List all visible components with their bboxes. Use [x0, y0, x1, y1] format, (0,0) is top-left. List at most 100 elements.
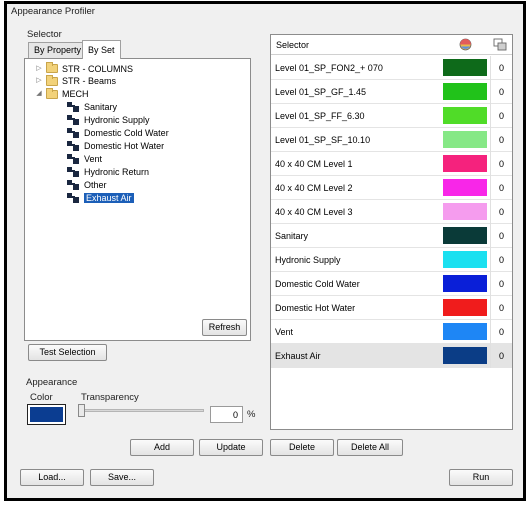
appearance-group-label: Appearance: [26, 377, 78, 388]
grid-cell-name: Hydronic Supply: [275, 255, 341, 265]
transparency-slider-track[interactable]: [80, 409, 204, 412]
grid-cell-transparency[interactable]: 0: [490, 320, 512, 344]
tree-item-label: Hydronic Return: [84, 166, 150, 177]
color-label: Color: [30, 392, 53, 403]
selection-set-icon: [67, 114, 80, 126]
save-button[interactable]: Save...: [90, 469, 154, 486]
percent-label: %: [247, 409, 256, 420]
grid-cell-transparency[interactable]: 0: [490, 152, 512, 176]
grid-cell-name: Vent: [275, 327, 294, 337]
grid-cell-name: Exhaust Air: [275, 351, 321, 361]
transparency-input[interactable]: [210, 406, 243, 423]
test-selection-button[interactable]: Test Selection: [28, 344, 107, 361]
grid-cell-name: 40 x 40 CM Level 1: [275, 159, 353, 169]
grid-cell-transparency[interactable]: 0: [490, 344, 512, 368]
transparency-column-icon[interactable]: [493, 38, 507, 51]
grid-cell-color-swatch[interactable]: [443, 347, 487, 364]
grid-cell-name: 40 x 40 CM Level 2: [275, 183, 353, 193]
tree-item-label: Hydronic Supply: [84, 115, 150, 126]
update-button[interactable]: Update: [199, 439, 263, 456]
grid-cell-transparency[interactable]: 0: [490, 248, 512, 272]
grid-cell-transparency[interactable]: 0: [490, 104, 512, 128]
grid-cell-name: Domestic Hot Water: [275, 303, 356, 313]
grid-cell-transparency[interactable]: 0: [490, 128, 512, 152]
tree-item-label: Exhaust Air: [84, 192, 134, 203]
tree-item-label: Domestic Hot Water: [84, 140, 165, 151]
grid-cell-color-swatch[interactable]: [443, 275, 487, 292]
grid-cell-color-swatch[interactable]: [443, 299, 487, 316]
grid-cell-color-swatch[interactable]: [443, 131, 487, 148]
transparency-slider-handle[interactable]: [78, 404, 85, 417]
tree-set-item[interactable]: Sanitary: [67, 101, 117, 114]
grid-row[interactable]: Level 01_SP_FF_6.30 0: [271, 104, 512, 128]
tree-set-item[interactable]: Exhaust Air: [67, 191, 134, 204]
grid-cell-transparency[interactable]: 0: [490, 176, 512, 200]
grid-cell-color-swatch[interactable]: [443, 227, 487, 244]
delete-all-button[interactable]: Delete All: [337, 439, 403, 456]
tree-set-item[interactable]: Hydronic Supply: [67, 114, 150, 127]
grid-cell-color-swatch[interactable]: [443, 83, 487, 100]
run-button[interactable]: Run: [449, 469, 513, 486]
grid-cell-transparency[interactable]: 0: [490, 296, 512, 320]
grid-row[interactable]: Exhaust Air 0: [271, 344, 512, 368]
tree-set-item[interactable]: Hydronic Return: [67, 165, 149, 178]
grid-row[interactable]: Vent 0: [271, 320, 512, 344]
grid-row[interactable]: 40 x 40 CM Level 3 0: [271, 200, 512, 224]
refresh-button[interactable]: Refresh: [202, 319, 247, 336]
folder-icon: [46, 62, 58, 73]
tab-by-set[interactable]: By Set: [82, 40, 121, 59]
grid-row[interactable]: Domestic Cold Water 0: [271, 272, 512, 296]
grid-cell-color-swatch[interactable]: [443, 323, 487, 340]
tree-set-item[interactable]: Domestic Hot Water: [67, 139, 164, 152]
grid-row[interactable]: 40 x 40 CM Level 1 0: [271, 152, 512, 176]
selection-set-icon: [67, 153, 80, 165]
selector-group-label: Selector: [27, 29, 62, 40]
tree-set-item[interactable]: Other: [67, 178, 107, 191]
color-column-icon[interactable]: [459, 38, 472, 51]
grid-cell-name: Sanitary: [275, 231, 309, 241]
tree-set-item[interactable]: Domestic Cold Water: [67, 127, 169, 140]
grid-row[interactable]: Hydronic Supply 0: [271, 248, 512, 272]
grid-cell-transparency[interactable]: 0: [490, 80, 512, 104]
grid-cell-name: Level 01_SP_FF_6.30: [275, 111, 365, 121]
tree-item-label: Domestic Cold Water: [84, 128, 169, 138]
grid-row[interactable]: Sanitary 0: [271, 224, 512, 248]
grid-cell-transparency[interactable]: 0: [490, 224, 512, 248]
expand-arrow-icon[interactable]: ▷: [35, 76, 43, 86]
grid-cell-name: Domestic Cold Water: [275, 279, 360, 289]
grid-row[interactable]: Domestic Hot Water 0: [271, 296, 512, 320]
selection-tree[interactable]: ▷ STR - COLUMNS ▷ STR - Beams ◢ MECH Sanitary H…: [24, 58, 251, 341]
grid-cell-color-swatch[interactable]: [443, 107, 487, 124]
grid-cell-color-swatch[interactable]: [443, 155, 487, 172]
grid-row[interactable]: 40 x 40 CM Level 2 0: [271, 176, 512, 200]
tree-folder[interactable]: ▷ STR - COLUMNS: [35, 62, 133, 75]
grid-cell-transparency[interactable]: 0: [490, 56, 512, 80]
grid-cell-color-swatch[interactable]: [443, 59, 487, 76]
grid-cell-color-swatch[interactable]: [443, 251, 487, 268]
collapse-arrow-icon[interactable]: ◢: [35, 89, 43, 99]
selection-set-icon: [67, 127, 80, 139]
grid-cell-name: Level 01_SP_GF_1.45: [275, 87, 367, 97]
tree-folder[interactable]: ▷ STR - Beams: [35, 74, 116, 88]
grid-cell-color-swatch[interactable]: [443, 203, 487, 220]
grid-cell-transparency[interactable]: 0: [490, 272, 512, 296]
expand-arrow-icon[interactable]: ▷: [35, 64, 43, 74]
tree-item-label: Sanitary: [84, 102, 118, 113]
color-picker-swatch[interactable]: [27, 404, 66, 425]
tab-by-property[interactable]: By Property: [28, 42, 88, 58]
grid-cell-name: Level 01_SP_FON2_+ 070: [275, 63, 383, 73]
grid-row[interactable]: Level 01_SP_SF_10.10 0: [271, 128, 512, 152]
grid-cell-color-swatch[interactable]: [443, 179, 487, 196]
tree-folder[interactable]: ◢ MECH: [35, 87, 89, 101]
tree-set-item[interactable]: Vent: [67, 152, 102, 165]
grid-row[interactable]: Level 01_SP_GF_1.45 0: [271, 80, 512, 104]
grid-row[interactable]: Level 01_SP_FON2_+ 070 0: [271, 56, 512, 80]
grid-cell-transparency[interactable]: 0: [490, 200, 512, 224]
delete-button[interactable]: Delete: [270, 439, 334, 456]
transparency-label: Transparency: [81, 392, 139, 403]
add-button[interactable]: Add: [130, 439, 194, 456]
load-button[interactable]: Load...: [20, 469, 84, 486]
selection-set-icon: [67, 140, 80, 152]
appearance-grid[interactable]: Selector Level 01_SP_FON2_+ 070 0 Level 01…: [270, 34, 513, 430]
tree-item-label: STR - COLUMNS: [62, 63, 134, 74]
